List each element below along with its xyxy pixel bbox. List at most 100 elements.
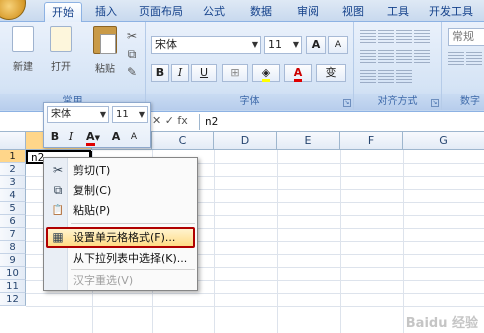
number-format-row (448, 52, 484, 68)
number-group-label: 数字 (442, 94, 484, 110)
mini-font-color-icon: A (86, 130, 95, 146)
tab-formulas[interactable]: 公式 (196, 2, 232, 22)
font-size-value: 11 (268, 38, 282, 51)
menu-item-cut[interactable]: ✂ 剪切(T) (46, 161, 195, 180)
align-center-icon[interactable] (378, 50, 394, 64)
tab-data[interactable]: 数据 (243, 2, 279, 22)
paste-button[interactable]: 粘贴 (88, 26, 122, 76)
mini-font-size-combo[interactable]: 11 ▼ (112, 106, 148, 123)
grow-font-button[interactable]: A (306, 36, 326, 54)
menu-item-reconvert: 汉字重选(V) (46, 271, 195, 290)
column-header-g[interactable]: G (403, 132, 484, 150)
increase-indent-icon[interactable] (378, 70, 394, 84)
phonetic-button[interactable]: 变 (316, 64, 346, 82)
tab-home[interactable]: 开始 (44, 2, 82, 23)
copy-icon[interactable]: ⧉ (124, 46, 140, 62)
tab-view[interactable]: 视图 (335, 2, 371, 22)
tab-review[interactable]: 审阅 (290, 2, 326, 22)
cut-icon[interactable]: ✂ (124, 28, 140, 44)
copy-icon: ⧉ (53, 183, 63, 197)
mini-font-name-combo[interactable]: 宋体 ▼ (47, 106, 109, 123)
bold-button[interactable]: B (151, 64, 169, 82)
context-menu: ✂ 剪切(T) ⧉ 复制(C) 📋 粘贴(P) ▦ 设置单元格格式(F)... … (43, 157, 198, 291)
menu-item-format-cells[interactable]: ▦ 设置单元格格式(F)... (46, 227, 195, 248)
vertical-align-row (360, 30, 432, 46)
mini-shrink-font-button[interactable]: A (126, 128, 142, 144)
underline-button[interactable]: U (191, 64, 217, 82)
menu-item-pick-from-list[interactable]: 从下拉列表中选择(K)... (46, 249, 195, 268)
mini-font-name-value: 宋体 (51, 109, 71, 120)
font-color-button[interactable]: A (284, 64, 312, 82)
chevron-down-icon: ▼ (292, 40, 299, 49)
shrink-font-button[interactable]: A (328, 36, 348, 54)
formula-input[interactable]: n2 (205, 115, 218, 128)
open-label: 打开 (51, 62, 71, 73)
mini-italic-button[interactable]: I (64, 128, 78, 144)
menu-item-paste[interactable]: 📋 粘贴(P) (46, 201, 195, 220)
ribbon: 新建 打开 粘贴 ✂ ⧉ ✎ 常用 宋体 ▼ 11 ▼ A A B I U ⊞ (0, 22, 484, 112)
row-header-6[interactable]: 6 (0, 215, 26, 228)
italic-button[interactable]: I (171, 64, 189, 82)
new-button[interactable]: 新建 (6, 26, 40, 76)
align-left-icon[interactable] (360, 50, 376, 64)
row-header-3[interactable]: 3 (0, 176, 26, 189)
new-label: 新建 (13, 62, 33, 73)
decrease-indent-icon[interactable] (360, 70, 376, 84)
font-group-label: 字体 (146, 94, 353, 110)
ribbon-tab-bar: 开始 插入 页面布局 公式 数据 审阅 视图 工具 开发工具 (0, 0, 484, 23)
row-header-8[interactable]: 8 (0, 241, 26, 254)
row-header-5[interactable]: 5 (0, 202, 26, 215)
font-size-combo[interactable]: 11 ▼ (264, 36, 302, 54)
menu-item-copy[interactable]: ⧉ 复制(C) (46, 181, 195, 200)
tab-page-layout[interactable]: 页面布局 (133, 2, 189, 22)
align-bottom-icon[interactable] (396, 30, 412, 44)
mini-font-color-button[interactable]: A▼ (82, 128, 104, 146)
select-all-corner[interactable] (0, 132, 26, 150)
tab-insert[interactable]: 插入 (88, 2, 124, 22)
row-header-9[interactable]: 9 (0, 254, 26, 267)
office-button[interactable] (0, 0, 26, 20)
row-header-1[interactable]: 1 (0, 150, 26, 163)
new-document-icon (12, 26, 34, 52)
grid-line (214, 150, 215, 333)
mini-grow-font-button[interactable]: A (108, 128, 124, 144)
border-button[interactable]: ⊞ (222, 64, 248, 82)
percent-icon[interactable] (466, 52, 482, 66)
column-header-d[interactable]: D (214, 132, 277, 150)
wrap-text-icon[interactable] (414, 30, 430, 44)
tab-developer[interactable]: 开发工具 (422, 2, 480, 22)
column-header-c[interactable]: C (152, 132, 214, 150)
font-name-value: 宋体 (155, 38, 177, 51)
font-dialog-launcher-icon[interactable]: ↘ (343, 99, 351, 107)
orientation-icon[interactable] (396, 70, 412, 84)
menu-item-reconvert-label: 汉字重选(V) (73, 274, 134, 287)
grid-line (340, 150, 341, 333)
row-header-12[interactable]: 12 (0, 293, 26, 306)
format-painter-icon[interactable]: ✎ (124, 64, 140, 80)
alignment-dialog-launcher-icon[interactable]: ↘ (431, 99, 439, 107)
chevron-down-icon: ▼ (251, 40, 258, 49)
menu-separator (71, 223, 195, 224)
align-top-icon[interactable] (360, 30, 376, 44)
row-header-7[interactable]: 7 (0, 228, 26, 241)
tab-tools[interactable]: 工具 (380, 2, 416, 22)
column-header-f[interactable]: F (340, 132, 403, 150)
row-header-11[interactable]: 11 (0, 280, 26, 293)
align-right-icon[interactable] (396, 50, 412, 64)
font-name-combo[interactable]: 宋体 ▼ (151, 36, 261, 54)
mini-bold-button[interactable]: B (48, 128, 62, 144)
number-format-combo[interactable]: 常规 (448, 28, 484, 46)
row-header-2[interactable]: 2 (0, 163, 26, 176)
merge-center-icon[interactable] (414, 50, 430, 64)
fill-color-button[interactable]: ◈ (252, 64, 280, 82)
column-header-e[interactable]: E (277, 132, 340, 150)
grid-line (26, 293, 484, 294)
menu-item-cut-label: 剪切(T) (73, 164, 111, 177)
row-header-4[interactable]: 4 (0, 189, 26, 202)
open-button[interactable]: 打开 (44, 26, 78, 76)
currency-icon[interactable] (448, 52, 464, 66)
align-middle-icon[interactable] (378, 30, 394, 44)
formula-bar-icons[interactable]: ✕ ✓ fx (152, 114, 188, 127)
alignment-group: 对齐方式 ↘ (354, 22, 442, 110)
row-header-10[interactable]: 10 (0, 267, 26, 280)
